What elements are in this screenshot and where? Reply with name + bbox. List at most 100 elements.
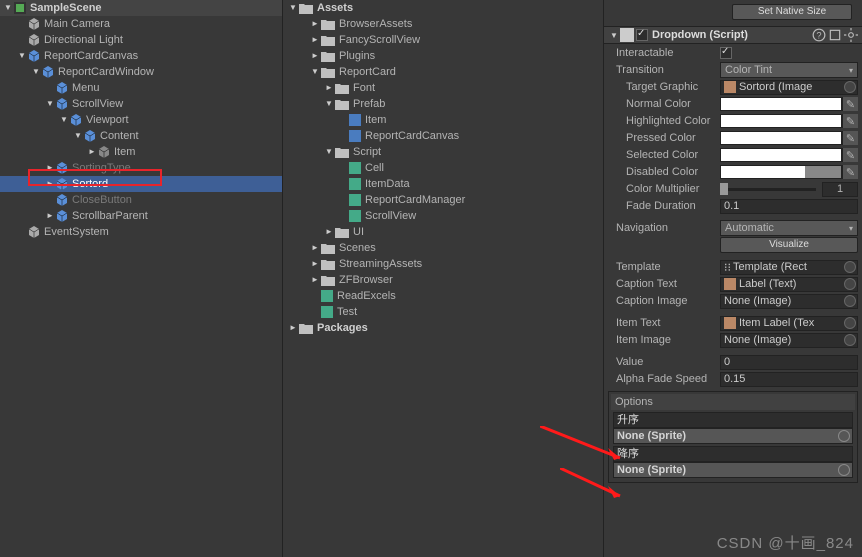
object-picker-icon[interactable] (844, 81, 856, 93)
object-picker-icon[interactable] (844, 261, 856, 273)
foldout-icon[interactable]: ▼ (323, 144, 335, 160)
hierarchy-item[interactable]: ▼ReportCardCanvas (0, 48, 282, 64)
foldout-icon[interactable]: ▼ (16, 48, 28, 64)
project-item[interactable]: ►ScrollView (283, 208, 603, 224)
hierarchy-item[interactable]: ►Menu (0, 80, 282, 96)
preset-icon[interactable] (828, 28, 842, 42)
project-item[interactable]: ►Scenes (283, 240, 603, 256)
hierarchy-item[interactable]: ▼ScrollView (0, 96, 282, 112)
hierarchy-item[interactable]: ►SortingType (0, 160, 282, 176)
help-icon[interactable]: ? (812, 28, 826, 42)
foldout-icon[interactable]: ▼ (44, 96, 56, 112)
hierarchy-item[interactable]: ►Main Camera (0, 16, 282, 32)
target-graphic-field[interactable]: Sortord (Image (720, 80, 858, 95)
object-picker-icon[interactable] (844, 295, 856, 307)
foldout-icon[interactable]: ▼ (287, 0, 299, 16)
project-item[interactable]: ►ReportCardCanvas (283, 128, 603, 144)
assets-root[interactable]: ▼ Assets (283, 0, 603, 16)
template-field[interactable]: ⁝⁝Template (Rect (720, 260, 858, 275)
hierarchy-item[interactable]: ►CloseButton (0, 192, 282, 208)
component-enable-checkbox[interactable] (636, 29, 648, 41)
foldout-icon[interactable]: ► (309, 272, 321, 288)
caption-text-field[interactable]: Label (Text) (720, 277, 858, 292)
project-item[interactable]: ►BrowserAssets (283, 16, 603, 32)
hierarchy-item[interactable]: ▼Content (0, 128, 282, 144)
normal-color-field[interactable] (720, 97, 842, 111)
hierarchy-item[interactable]: ►Directional Light (0, 32, 282, 48)
transition-dropdown[interactable]: Color Tint ▾ (720, 62, 858, 78)
foldout-icon[interactable]: ▼ (608, 31, 620, 40)
eyedropper-icon[interactable]: ✎ (842, 165, 858, 179)
option-sprite-field[interactable]: None (Sprite) (613, 428, 853, 444)
hierarchy-item[interactable]: ▼ReportCardWindow (0, 64, 282, 80)
object-picker-icon[interactable] (844, 278, 856, 290)
caption-image-field[interactable]: None (Image) (720, 294, 858, 309)
color-multiplier-slider[interactable]: 1 (720, 182, 858, 197)
object-picker-icon[interactable] (844, 317, 856, 329)
hierarchy-item[interactable]: ▼Viewport (0, 112, 282, 128)
foldout-icon[interactable]: ▼ (323, 96, 335, 112)
option-sprite-field[interactable]: None (Sprite) (613, 462, 853, 478)
eyedropper-icon[interactable]: ✎ (842, 97, 858, 111)
option-text-field[interactable]: 降序 (613, 446, 853, 462)
hierarchy-item[interactable]: ►Sortord (0, 176, 282, 192)
project-item[interactable]: ►Plugins (283, 48, 603, 64)
option-text-field[interactable]: 升序 (613, 412, 853, 428)
options-header[interactable]: Options (611, 394, 855, 410)
foldout-icon[interactable]: ► (323, 80, 335, 96)
item-image-field[interactable]: None (Image) (720, 333, 858, 348)
eyedropper-icon[interactable]: ✎ (842, 114, 858, 128)
set-native-size-button[interactable]: Set Native Size (732, 4, 852, 20)
eyedropper-icon[interactable]: ✎ (842, 148, 858, 162)
scene-row[interactable]: ▼ SampleScene (0, 0, 282, 16)
object-picker-icon[interactable] (838, 430, 850, 442)
highlighted-color-field[interactable] (720, 114, 842, 128)
project-item[interactable]: ►Test (283, 304, 603, 320)
foldout-icon[interactable]: ► (323, 224, 335, 240)
hierarchy-item[interactable]: ►EventSystem (0, 224, 282, 240)
pressed-color-field[interactable] (720, 131, 842, 145)
gear-icon[interactable] (844, 28, 858, 42)
foldout-icon[interactable]: ► (309, 16, 321, 32)
fade-duration-field[interactable]: 0.1 (720, 199, 858, 214)
project-item[interactable]: ►ZFBrowser (283, 272, 603, 288)
project-item[interactable]: ►StreamingAssets (283, 256, 603, 272)
project-item[interactable]: ►ItemData (283, 176, 603, 192)
foldout-icon[interactable]: ► (309, 256, 321, 272)
foldout-icon[interactable]: ► (309, 48, 321, 64)
object-picker-icon[interactable] (844, 334, 856, 346)
foldout-icon[interactable]: ► (86, 144, 98, 160)
project-item[interactable]: ►ReportCardManager (283, 192, 603, 208)
object-picker-icon[interactable] (838, 464, 850, 476)
project-item[interactable]: ▼Prefab (283, 96, 603, 112)
interactable-checkbox[interactable] (720, 47, 732, 59)
navigation-dropdown[interactable]: Automatic▾ (720, 220, 858, 236)
project-item[interactable]: ▼ReportCard (283, 64, 603, 80)
eyedropper-icon[interactable]: ✎ (842, 131, 858, 145)
visualize-button[interactable]: Visualize (720, 237, 858, 253)
foldout-icon[interactable]: ► (287, 320, 299, 336)
foldout-icon[interactable]: ▼ (58, 112, 70, 128)
hierarchy-item[interactable]: ►Item (0, 144, 282, 160)
project-item[interactable]: ▼Script (283, 144, 603, 160)
project-item[interactable]: ►Font (283, 80, 603, 96)
foldout-icon[interactable]: ► (44, 208, 56, 224)
foldout-icon[interactable]: ▼ (72, 128, 84, 144)
foldout-icon[interactable]: ► (44, 176, 56, 192)
packages-root[interactable]: ► Packages (283, 320, 603, 336)
foldout-icon[interactable]: ▼ (30, 64, 42, 80)
project-item[interactable]: ►UI (283, 224, 603, 240)
foldout-icon[interactable]: ► (309, 32, 321, 48)
component-header[interactable]: ▼ Dropdown (Script) ? (604, 26, 862, 44)
project-item[interactable]: ►Item (283, 112, 603, 128)
foldout-icon[interactable]: ▼ (309, 64, 321, 80)
foldout-icon[interactable]: ► (309, 240, 321, 256)
foldout-icon[interactable]: ► (44, 160, 56, 176)
project-item[interactable]: ►ReadExcels (283, 288, 603, 304)
alpha-fade-field[interactable]: 0.15 (720, 372, 858, 387)
project-item[interactable]: ►Cell (283, 160, 603, 176)
hierarchy-item[interactable]: ►ScrollbarParent (0, 208, 282, 224)
item-text-field[interactable]: Item Label (Tex (720, 316, 858, 331)
foldout-icon[interactable]: ▼ (2, 0, 14, 16)
value-field[interactable]: 0 (720, 355, 858, 370)
